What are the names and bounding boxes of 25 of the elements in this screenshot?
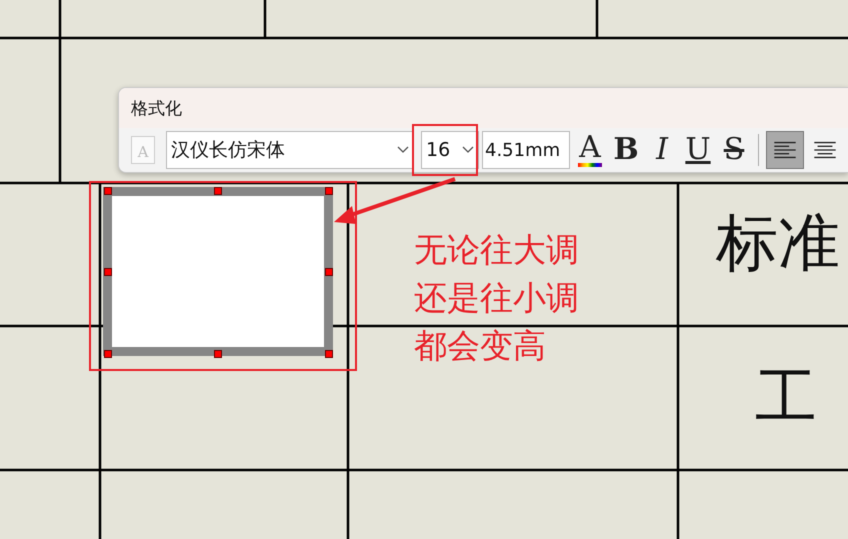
strikethrough-button[interactable]: S: [717, 131, 751, 169]
resize-handle[interactable]: [325, 187, 333, 195]
chevron-icon: [462, 146, 474, 154]
align-left-button[interactable]: [766, 131, 804, 169]
highlight-frame: [412, 124, 478, 176]
resize-handle[interactable]: [104, 187, 112, 195]
selected-frame[interactable]: [103, 187, 333, 356]
window-title: 格式化: [119, 88, 848, 128]
font-dropdown[interactable]: 汉仪长仿宋体: [166, 131, 414, 169]
resize-handle[interactable]: [325, 268, 333, 276]
annotation-note: 无论往大调 还是往小调 都会变高: [414, 229, 579, 367]
cell-text: 工: [755, 366, 817, 428]
resize-handle[interactable]: [214, 187, 222, 195]
bold-button[interactable]: B: [609, 131, 643, 169]
resize-handle[interactable]: [214, 350, 222, 358]
font-color-button[interactable]: A: [573, 131, 607, 169]
resize-handle[interactable]: [325, 350, 333, 358]
resize-handle[interactable]: [104, 268, 112, 276]
underline-button[interactable]: U: [681, 131, 715, 169]
cell-text: 标准: [716, 212, 840, 274]
height-field[interactable]: 4.51mm: [482, 131, 570, 169]
chevron-icon: [397, 146, 409, 154]
italic-button[interactable]: I: [645, 131, 679, 169]
size-dropdown[interactable]: 16: [421, 131, 479, 169]
resize-handle[interactable]: [104, 350, 112, 358]
